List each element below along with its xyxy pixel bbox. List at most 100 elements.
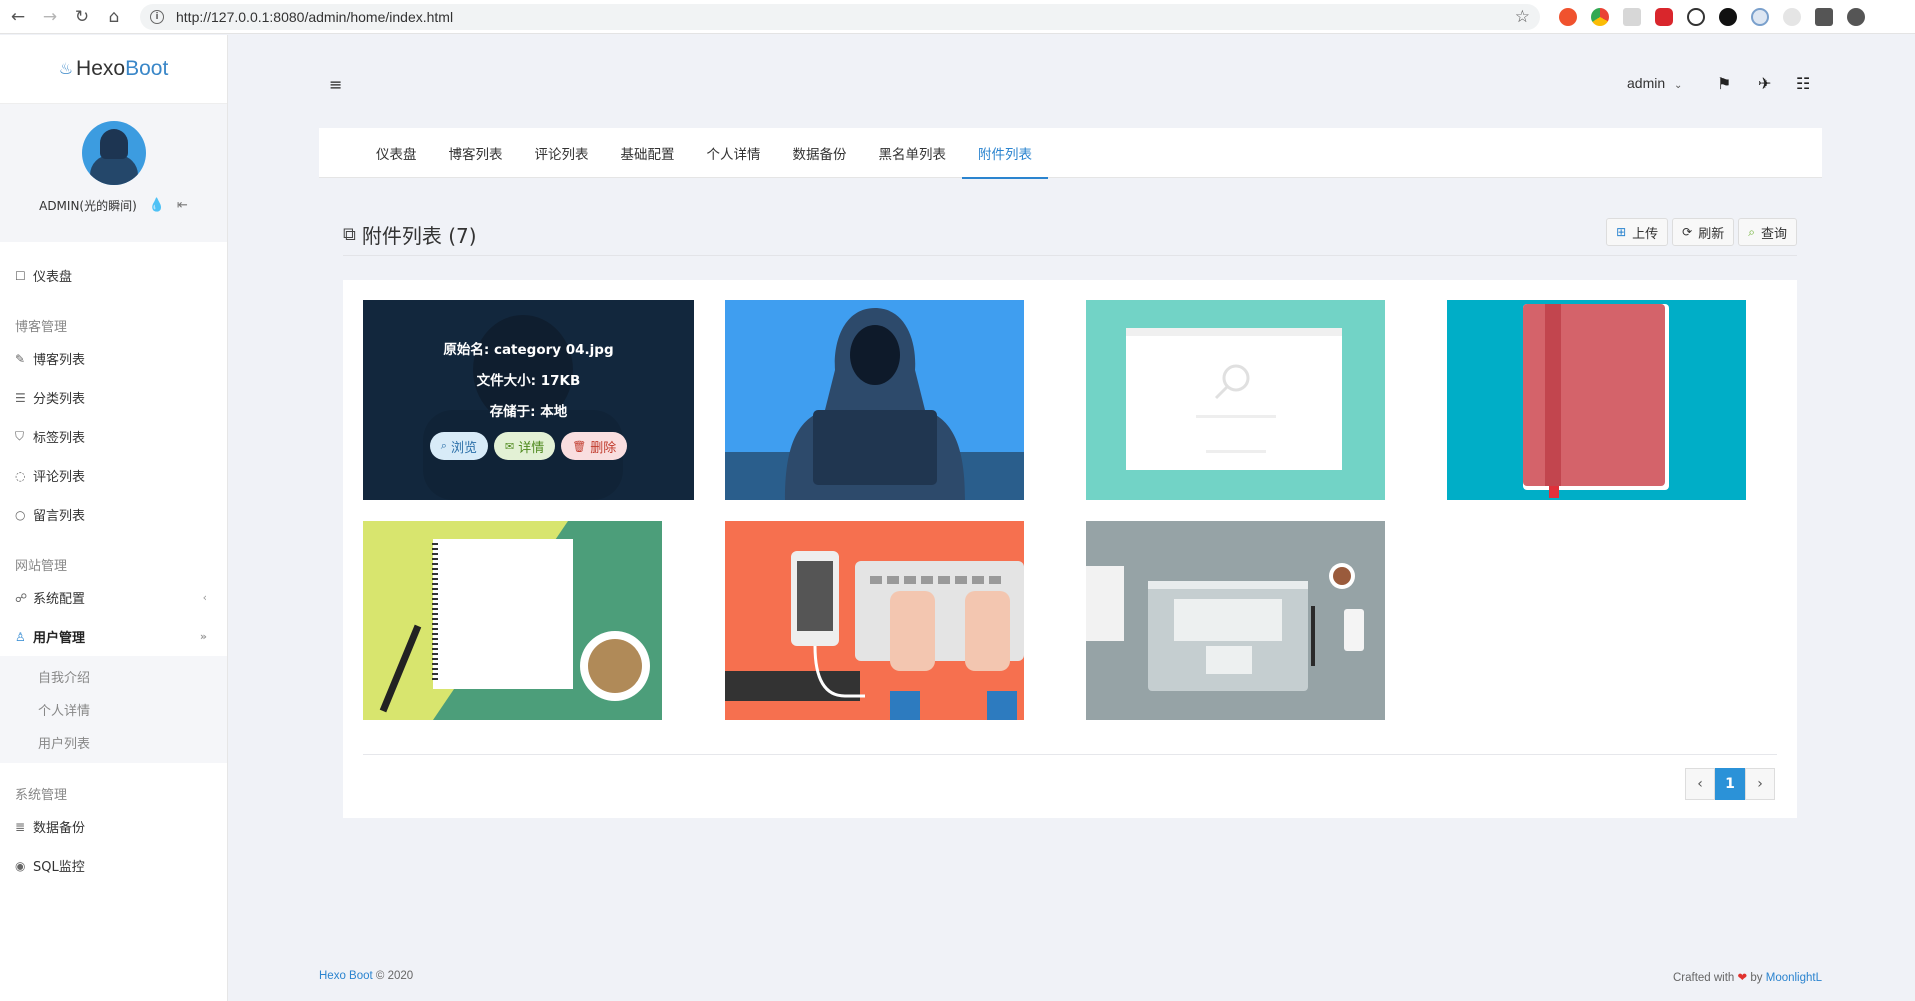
- chevron-left-icon: ‹: [202, 591, 207, 604]
- tab-comment-list[interactable]: 评论列表: [519, 128, 605, 178]
- sidebar-item-tag-list[interactable]: ⛉ 标签列表: [0, 417, 227, 456]
- sidebar-toggle-icon[interactable]: ☷: [1796, 74, 1810, 93]
- extension-icon[interactable]: [1687, 7, 1705, 26]
- extension-icon[interactable]: [1751, 7, 1769, 26]
- sidebar-subitem-user-list[interactable]: 用户列表: [0, 726, 227, 759]
- refresh-icon: ⟳: [1682, 225, 1693, 239]
- browse-button[interactable]: ⌕ 浏览: [429, 432, 488, 460]
- sidebar-item-label: 评论列表: [33, 470, 86, 485]
- attachment-thumbnail[interactable]: [1447, 300, 1746, 500]
- sidebar-item-label: 数据备份: [33, 821, 86, 836]
- sidebar-item-comment-list[interactable]: ◌ 评论列表: [0, 456, 227, 495]
- copy-icon: ⧉: [343, 224, 356, 245]
- eye-icon: ◉: [15, 858, 26, 873]
- list-icon: ☰: [15, 390, 26, 405]
- extension-icon[interactable]: [1559, 7, 1577, 26]
- attachment-thumbnail[interactable]: 原始名: category 04.jpg 文件大小: 17KB 存储于: 本地 …: [363, 300, 694, 500]
- footer-author-link[interactable]: MoonlightL: [1766, 972, 1822, 984]
- refresh-label: 刷新: [1698, 226, 1725, 242]
- flame-icon: ♨: [58, 61, 74, 78]
- brand-part2: Boot: [125, 57, 169, 80]
- sidebar-item-sql-monitor[interactable]: ◉ SQL监控: [0, 846, 227, 885]
- account-icon[interactable]: [1847, 7, 1865, 26]
- footer-by: by: [1750, 972, 1763, 984]
- forward-icon[interactable]: →: [36, 3, 64, 31]
- back-icon[interactable]: ←: [4, 3, 32, 31]
- tab-data-backup[interactable]: 数据备份: [777, 128, 863, 178]
- pagination: ‹ 1 ›: [1685, 768, 1775, 800]
- browse-label: 浏览: [450, 440, 477, 456]
- user-dropdown[interactable]: admin ⌄: [1627, 75, 1682, 91]
- sidebar-item-message-list[interactable]: ○ 留言列表: [0, 495, 227, 534]
- home-icon[interactable]: ⌂: [100, 3, 128, 31]
- sidebar-item-data-backup[interactable]: ≣ 数据备份: [0, 807, 227, 846]
- database-icon: ≣: [15, 819, 26, 834]
- sidebar-item-label: SQL监控: [33, 860, 85, 875]
- delete-label: 删除: [590, 440, 617, 456]
- extension-icon[interactable]: [1655, 7, 1673, 26]
- chevron-double-down-icon: »: [199, 630, 207, 643]
- pagination-page[interactable]: 1: [1715, 768, 1745, 800]
- sidebar-menu: ☐ 仪表盘 博客管理 ✎ 博客列表 ☰ 分类列表 ⛉ 标签列表 ◌ 评论列表 ○…: [0, 242, 227, 885]
- page-header: ⧉ 附件列表 (7) ⊞ 上传 ⟳ 刷新 ⌕ 查询: [343, 216, 1797, 256]
- message-icon: ○: [15, 507, 26, 522]
- pagination-next[interactable]: ›: [1745, 768, 1775, 800]
- tab-bar: 仪表盘 博客列表 评论列表 基础配置 个人详情 数据备份 黑名单列表 附件列表: [319, 128, 1822, 179]
- sidebar-item-dashboard[interactable]: ☐ 仪表盘: [0, 256, 227, 295]
- attachment-thumbnail[interactable]: [725, 300, 1024, 500]
- url-text[interactable]: http://127.0.0.1:8080/admin/home/index.h…: [176, 9, 453, 25]
- search-icon: ⌕: [1748, 224, 1755, 239]
- tab-blog-list[interactable]: 博客列表: [433, 128, 519, 178]
- sidebar-subitem-personal-detail[interactable]: 个人详情: [0, 693, 227, 726]
- sidebar-item-category-list[interactable]: ☰ 分类列表: [0, 378, 227, 417]
- attachment-thumbnail[interactable]: [363, 521, 662, 720]
- attachment-thumbnail[interactable]: [725, 521, 1024, 720]
- tab-personal-detail[interactable]: 个人详情: [691, 128, 777, 178]
- site-info-icon[interactable]: i: [150, 9, 164, 24]
- tab-attachment-list[interactable]: 附件列表: [962, 128, 1048, 179]
- extension-icon[interactable]: [1623, 7, 1641, 26]
- footer-copyright: © 2020: [375, 970, 414, 982]
- tab-dashboard[interactable]: 仪表盘: [360, 128, 433, 178]
- plane-icon[interactable]: ✈: [1758, 74, 1771, 93]
- flag-icon[interactable]: ⚑: [1717, 74, 1731, 93]
- menu-group-system: 系统管理: [15, 788, 68, 803]
- footer-crafted: Crafted with: [1672, 972, 1735, 984]
- detail-button[interactable]: ✉ 详情: [493, 432, 556, 460]
- extension-icons: [1552, 7, 1872, 26]
- extension-icon[interactable]: [1783, 7, 1801, 26]
- brand-logo[interactable]: ♨ Hexo Boot: [0, 35, 227, 104]
- sidebar-item-blog-list[interactable]: ✎ 博客列表: [0, 339, 227, 378]
- extension-icon[interactable]: [1591, 7, 1609, 26]
- sidebar-item-label: 留言列表: [33, 509, 86, 524]
- logout-icon[interactable]: ⇤: [177, 198, 188, 213]
- puzzle-icon[interactable]: [1815, 7, 1833, 26]
- attachment-thumbnail[interactable]: [1086, 300, 1385, 500]
- footer-left: Hexo Boot © 2020: [319, 970, 413, 982]
- sidebar-item-label: 博客列表: [33, 353, 86, 368]
- pagination-prev[interactable]: ‹: [1685, 768, 1715, 800]
- refresh-button[interactable]: ⟳ 刷新: [1672, 218, 1735, 246]
- sidebar-item-user-management[interactable]: ♙ 用户管理 »: [0, 617, 227, 656]
- tab-basic-config[interactable]: 基础配置: [605, 128, 691, 178]
- original-name: 原始名: category 04.jpg: [443, 342, 614, 358]
- query-button[interactable]: ⌕ 查询: [1738, 218, 1797, 246]
- attachment-thumbnail[interactable]: [1086, 521, 1385, 720]
- sidebar-item-system-config[interactable]: ☍ 系统配置 ‹: [0, 578, 227, 617]
- theme-drop-icon[interactable]: 💧: [149, 198, 165, 213]
- upload-button[interactable]: ⊞ 上传: [1606, 218, 1669, 246]
- extension-icon[interactable]: [1719, 7, 1737, 26]
- sidebar-item-label: 仪表盘: [33, 270, 73, 285]
- sidebar-subitem-self-intro[interactable]: 自我介绍: [0, 660, 227, 693]
- hamburger-menu-icon[interactable]: ≡: [329, 75, 342, 94]
- upload-label: 上传: [1632, 226, 1659, 242]
- reload-icon[interactable]: ↻: [68, 3, 96, 31]
- footer-hexo-link[interactable]: Hexo Boot: [319, 970, 373, 982]
- delete-button[interactable]: 🗑 删除: [561, 432, 628, 460]
- search-icon: ⌕: [440, 439, 447, 452]
- bookmark-star-icon[interactable]: ☆: [1515, 7, 1530, 27]
- address-bar[interactable]: i http://127.0.0.1:8080/admin/home/index…: [140, 3, 1540, 30]
- footer-right: Crafted with ❤ by MoonlightL: [1673, 970, 1822, 984]
- avatar[interactable]: [81, 121, 146, 185]
- tab-blacklist[interactable]: 黑名单列表: [863, 128, 963, 178]
